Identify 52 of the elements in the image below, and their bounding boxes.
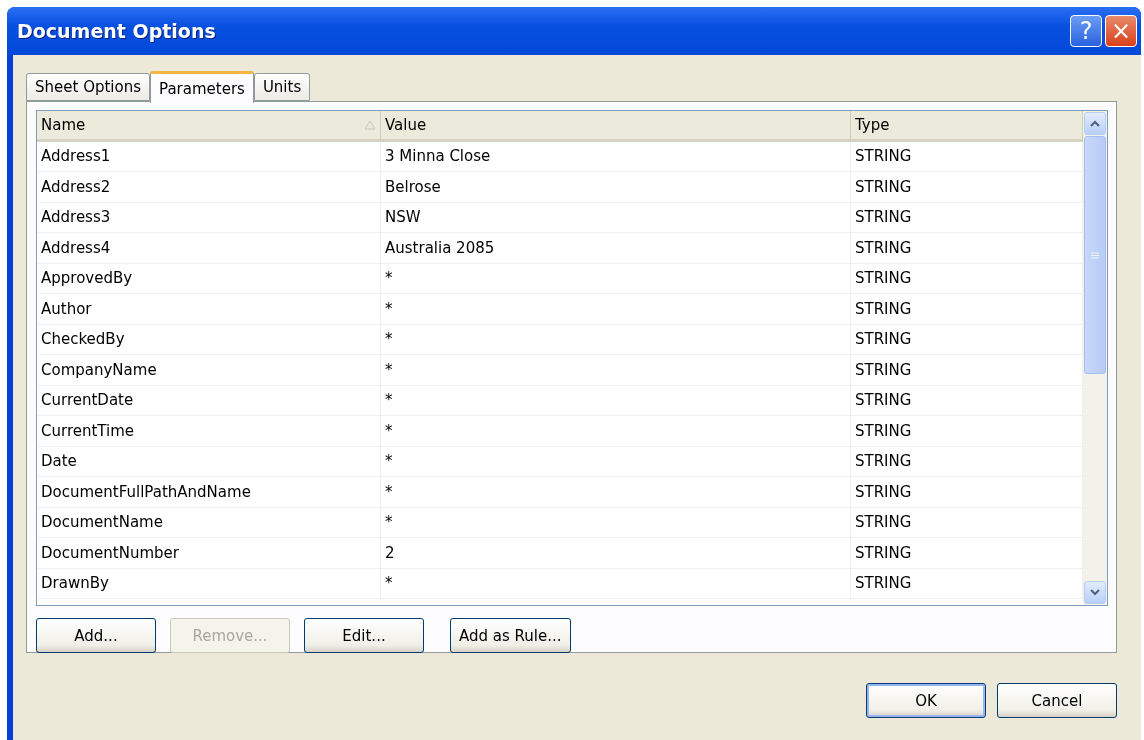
column-header[interactable]: Name — [37, 111, 381, 142]
cancel-button[interactable]: Cancel — [997, 683, 1117, 718]
table-cell: DocumentNumber — [37, 538, 381, 569]
chevron-down-icon — [1090, 589, 1100, 596]
column-label: Name — [41, 115, 86, 134]
table-cell: CurrentTime — [37, 416, 381, 447]
table-cell: * — [381, 416, 851, 447]
table-cell: CurrentDate — [37, 385, 381, 416]
table-cell: CompanyName — [37, 355, 381, 386]
table-cell: DocumentName — [37, 507, 381, 538]
table-cell: DocumentFullPathAndName — [37, 477, 381, 508]
table-cell: Address3 — [37, 202, 381, 233]
action-button[interactable]: Edit... — [304, 618, 424, 653]
table-cell: NSW — [381, 202, 851, 233]
scroll-down-button[interactable] — [1084, 581, 1106, 604]
action-button[interactable]: Add... — [36, 618, 156, 653]
grip-icon — [1091, 251, 1099, 259]
table-cell: * — [381, 324, 851, 355]
table-cell: Author — [37, 294, 381, 325]
tab[interactable]: Units — [253, 73, 311, 101]
table-cell: Address4 — [37, 233, 381, 264]
column-label: Type — [855, 115, 890, 134]
action-button[interactable]: Add as Rule... — [450, 618, 571, 653]
table-cell: 3 Minna Close — [381, 141, 851, 172]
chevron-up-icon — [1090, 120, 1100, 127]
tab[interactable]: Parameters — [150, 71, 254, 103]
column-header[interactable]: Type — [851, 111, 1083, 142]
table-cell: * — [381, 568, 851, 599]
table-cell: * — [381, 446, 851, 477]
table-cell: Belrose — [381, 172, 851, 203]
table-cell: Date — [37, 446, 381, 477]
table-cell: * — [381, 294, 851, 325]
table-cell: * — [381, 263, 851, 294]
column-label: Value — [385, 115, 427, 134]
scroll-thumb[interactable] — [1084, 136, 1106, 374]
table-cell: * — [381, 477, 851, 508]
window-title: Document Options — [17, 20, 216, 42]
tab[interactable]: Sheet Options — [26, 73, 150, 101]
table-cell: Australia 2085 — [381, 233, 851, 264]
ok-button[interactable]: OK — [866, 683, 986, 718]
table-cell: 2 — [381, 538, 851, 569]
table-cell: * — [381, 385, 851, 416]
table-cell: CheckedBy — [37, 324, 381, 355]
column-header[interactable]: Value — [381, 111, 851, 142]
table-cell: Address2 — [37, 172, 381, 203]
table-cell: DrawnBy — [37, 568, 381, 599]
table-cell: Address1 — [37, 141, 381, 172]
table-cell: * — [381, 507, 851, 538]
scroll-up-button[interactable] — [1084, 112, 1106, 135]
table-cell: ApprovedBy — [37, 263, 381, 294]
table-cell: * — [381, 355, 851, 386]
scrollbar[interactable] — [1083, 111, 1107, 605]
